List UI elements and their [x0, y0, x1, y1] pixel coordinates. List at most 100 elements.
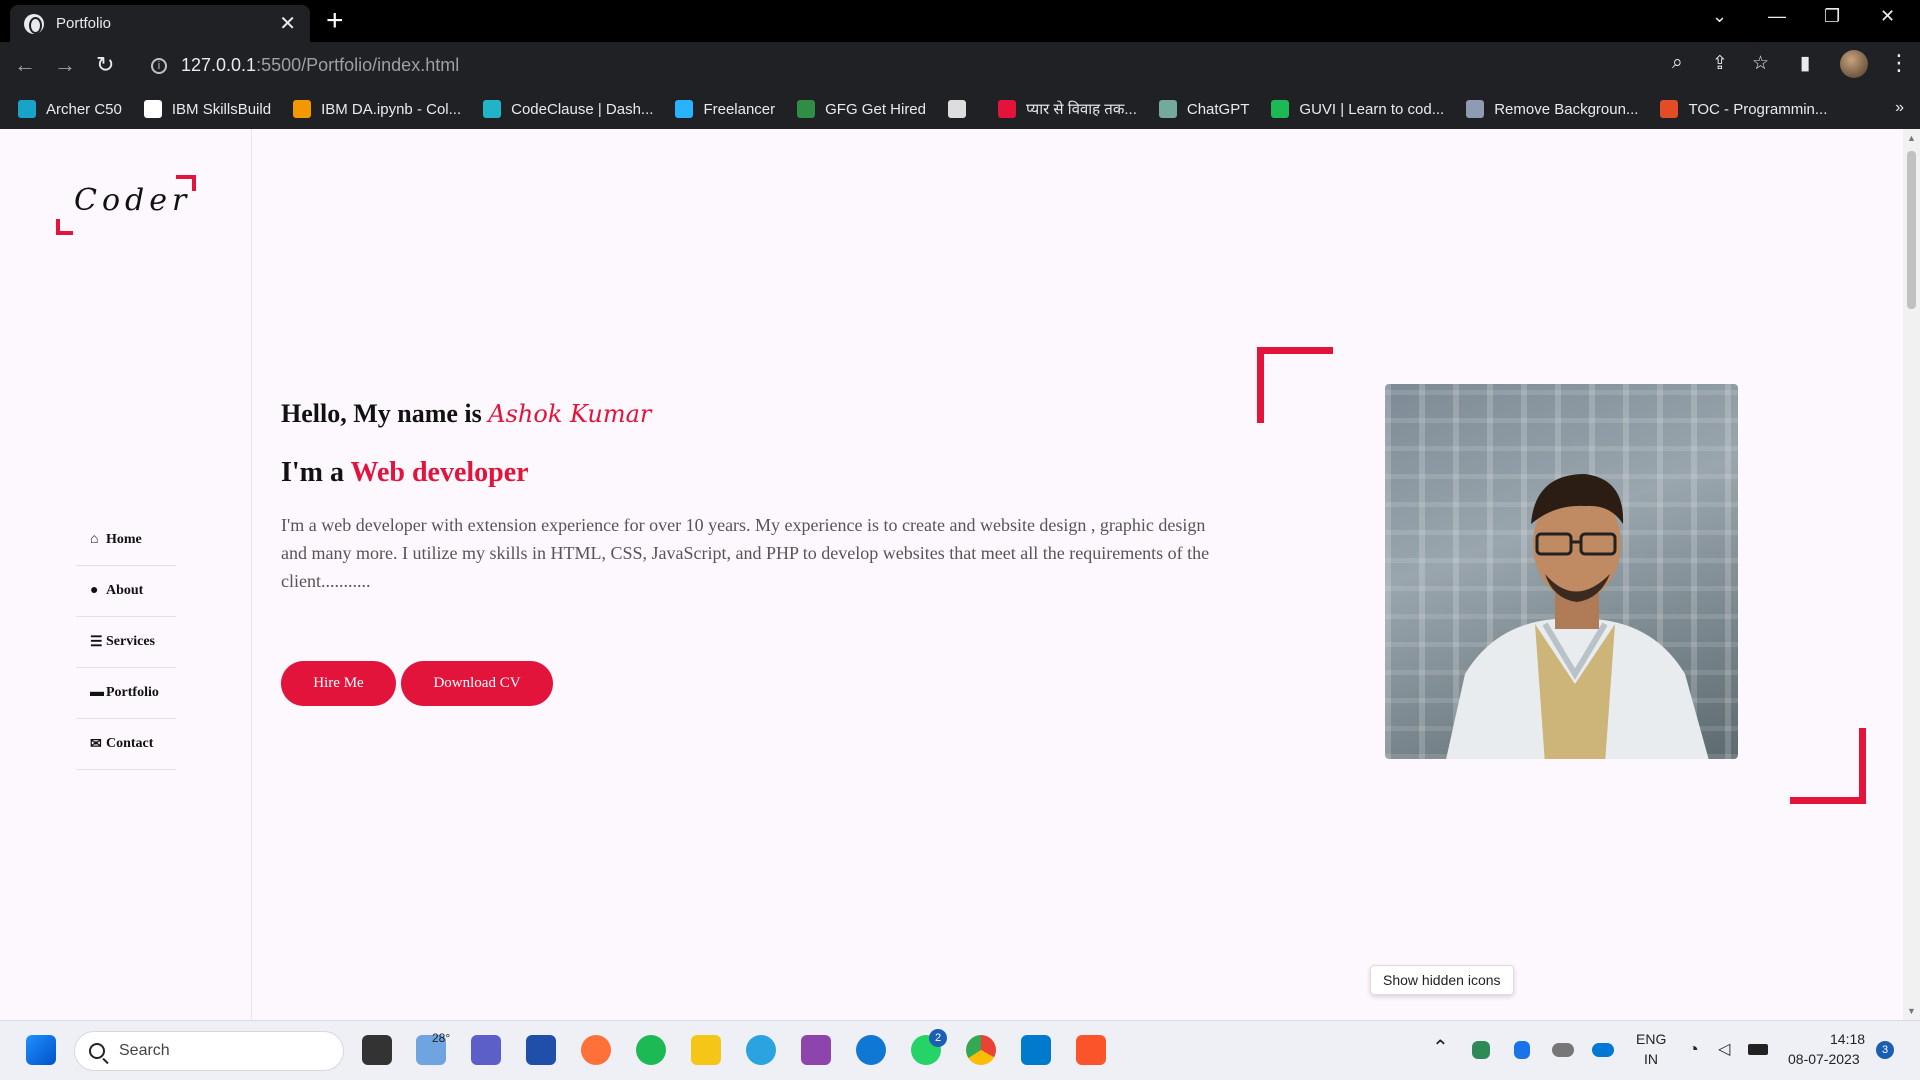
list-icon: ☰ — [90, 634, 103, 650]
profile-avatar[interactable] — [1840, 50, 1868, 78]
nav-item-home[interactable]: ⌂ Home — [76, 515, 176, 566]
bookmark-item[interactable]: ChatGPT — [1158, 100, 1250, 118]
clipchamp-icon[interactable] — [801, 1035, 831, 1065]
menu-icon[interactable]: ⋮ — [1888, 50, 1910, 76]
page-scrollbar[interactable]: ▲ ▼ — [1903, 129, 1920, 1020]
task-view-icon[interactable] — [362, 1035, 392, 1065]
browser-tab[interactable]: Portfolio ✕ — [10, 5, 310, 42]
bluetooth-icon[interactable] — [1514, 1041, 1530, 1059]
bookmark-item[interactable]: CodeClause | Dash... — [483, 100, 653, 118]
edge-icon[interactable] — [856, 1035, 886, 1065]
bookmark-star-icon[interactable]: ☆ — [1752, 52, 1769, 75]
bookmark-item[interactable]: IBM SkillsBuild — [143, 100, 272, 118]
nav-label: Portfolio — [106, 685, 159, 700]
side-panel-icon[interactable]: ▮ — [1800, 52, 1810, 75]
sidebar: Coder ⌂ Home ● About ☰ Services ▬ Portfo… — [0, 129, 252, 1020]
site-logo[interactable]: Coder — [56, 175, 196, 235]
firefox-icon[interactable] — [581, 1035, 611, 1065]
forward-icon[interactable]: → — [54, 52, 76, 78]
notification-badge[interactable]: 3 — [1876, 1041, 1894, 1059]
bookmark-item[interactable]: प्यार से विवाह तक... — [998, 99, 1137, 119]
bookmark-label: CodeClause | Dash... — [511, 100, 654, 118]
spotify-icon[interactable] — [636, 1035, 666, 1065]
browser-toolbar: ← → ↻ i 127.0.0.1 :5500/Portfolio/index.… — [0, 42, 1920, 89]
clock-time[interactable]: 14:18 — [1830, 1031, 1865, 1047]
bookmark-favicon-icon — [1466, 100, 1485, 118]
bookmarks-bar: Archer C50 IBM SkillsBuild IBM DA.ipynb - … — [0, 89, 1920, 129]
role-title: Web developer — [350, 457, 529, 488]
brave-icon[interactable] — [1076, 1035, 1106, 1065]
back-icon[interactable]: ← — [14, 52, 36, 78]
bookmark-favicon-icon — [143, 100, 162, 118]
tab-search-icon[interactable]: ⌄ — [1712, 6, 1727, 27]
bookmark-favicon-icon — [18, 100, 36, 118]
bookmark-label: IBM SkillsBuild — [171, 100, 272, 118]
restore-button[interactable]: ❐ — [1824, 6, 1840, 27]
nav-item-contact[interactable]: ✉ Contact — [76, 719, 176, 770]
bookmark-item[interactable]: GUVI | Learn to cod... — [1271, 100, 1444, 118]
greeting-text: Hello, My name is — [281, 399, 489, 428]
hire-me-button[interactable]: Hire Me — [281, 661, 396, 706]
close-window-button[interactable]: ✕ — [1880, 6, 1895, 27]
search-icon — [89, 1043, 105, 1059]
bookmark-label: ChatGPT — [1186, 100, 1250, 118]
chrome-icon[interactable] — [966, 1035, 996, 1065]
wifi-icon[interactable]: ◔ — [1688, 1039, 1699, 1060]
windows-start-icon[interactable] — [26, 1035, 56, 1065]
battery-icon[interactable] — [1748, 1044, 1768, 1055]
nav-item-about[interactable]: ● About — [76, 566, 176, 617]
new-tab-button[interactable]: + — [326, 6, 344, 36]
vscode-icon[interactable] — [1021, 1035, 1051, 1065]
bookmark-item[interactable]: IBM DA.ipynb - Col... — [293, 100, 461, 118]
bookmarks-overflow-button[interactable]: » — [1895, 99, 1904, 117]
bookmark-item[interactable]: Remove Backgroun... — [1466, 100, 1638, 118]
zoom-icon[interactable]: ⌕ — [1672, 52, 1683, 74]
show-hidden-icons-chevron[interactable]: ⌃ — [1432, 1035, 1449, 1060]
telegram-icon[interactable] — [746, 1035, 776, 1065]
url-path: :5500/Portfolio/index.html — [256, 55, 460, 75]
nav-label: Contact — [106, 736, 154, 751]
bookmark-favicon-icon — [1158, 100, 1177, 118]
microsoft-store-icon[interactable] — [526, 1035, 556, 1065]
volume-icon[interactable]: ◁ — [1718, 1039, 1730, 1059]
bookmark-label: प्यार से विवाह तक... — [1026, 101, 1137, 118]
whatsapp-badge: 2 — [929, 1029, 947, 1047]
url-host: 127.0.0.1 — [181, 55, 257, 75]
file-explorer-icon[interactable] — [691, 1035, 721, 1065]
language-indicator[interactable]: ENG — [1636, 1031, 1666, 1047]
owner-name: Ashok Kumar — [488, 400, 652, 428]
region-indicator: IN — [1644, 1051, 1658, 1067]
teams-chat-icon[interactable] — [471, 1035, 501, 1065]
scroll-down-arrow[interactable]: ▼ — [1907, 1006, 1916, 1016]
scroll-up-arrow[interactable]: ▲ — [1907, 133, 1916, 143]
download-cv-button[interactable]: Download CV — [401, 661, 553, 706]
bookmark-item[interactable]: Freelancer — [675, 100, 775, 118]
nav-label: About — [106, 583, 144, 598]
bookmark-favicon-icon — [797, 100, 816, 118]
bookmark-item[interactable]: Archer C50 — [18, 100, 122, 118]
taskbar-search[interactable]: Search — [74, 1031, 344, 1071]
bookmark-item[interactable]: GFG Get Hired — [797, 100, 926, 118]
address-bar[interactable]: i 127.0.0.1 :5500/Portfolio/index.html — [137, 47, 1772, 84]
globe-icon — [24, 13, 44, 34]
taskbar: Search 28° 2 ⌃ ENG IN ◔ ◁ 14:18 08-07-20… — [0, 1020, 1920, 1080]
bookmark-favicon-icon — [675, 100, 694, 118]
intro-paragraph: I'm a web developer with extension exper… — [281, 515, 1210, 591]
clock-date[interactable]: 08-07-2023 — [1788, 1051, 1860, 1067]
site-info-icon[interactable]: i — [151, 57, 167, 74]
logo-text: Coder — [74, 183, 192, 218]
onedrive-icon[interactable] — [1592, 1043, 1614, 1057]
reload-icon[interactable]: ↻ — [96, 52, 114, 78]
share-icon[interactable]: ⇪ — [1712, 52, 1728, 75]
bookmark-item[interactable] — [948, 100, 976, 118]
close-tab-icon[interactable]: ✕ — [279, 11, 296, 36]
role-heading: I'm a Web developer — [281, 457, 529, 489]
scrollbar-thumb[interactable] — [1907, 151, 1916, 309]
minimize-button[interactable]: — — [1768, 6, 1786, 27]
onedrive-personal-icon[interactable] — [1552, 1043, 1574, 1057]
nav-item-services[interactable]: ☰ Services — [76, 617, 176, 668]
bookmark-item[interactable]: TOC - Programmin... — [1660, 100, 1827, 118]
nav-item-portfolio[interactable]: ▬ Portfolio — [76, 668, 176, 719]
bookmark-label: Freelancer — [703, 100, 776, 118]
tray-app-icon[interactable] — [1472, 1041, 1490, 1059]
